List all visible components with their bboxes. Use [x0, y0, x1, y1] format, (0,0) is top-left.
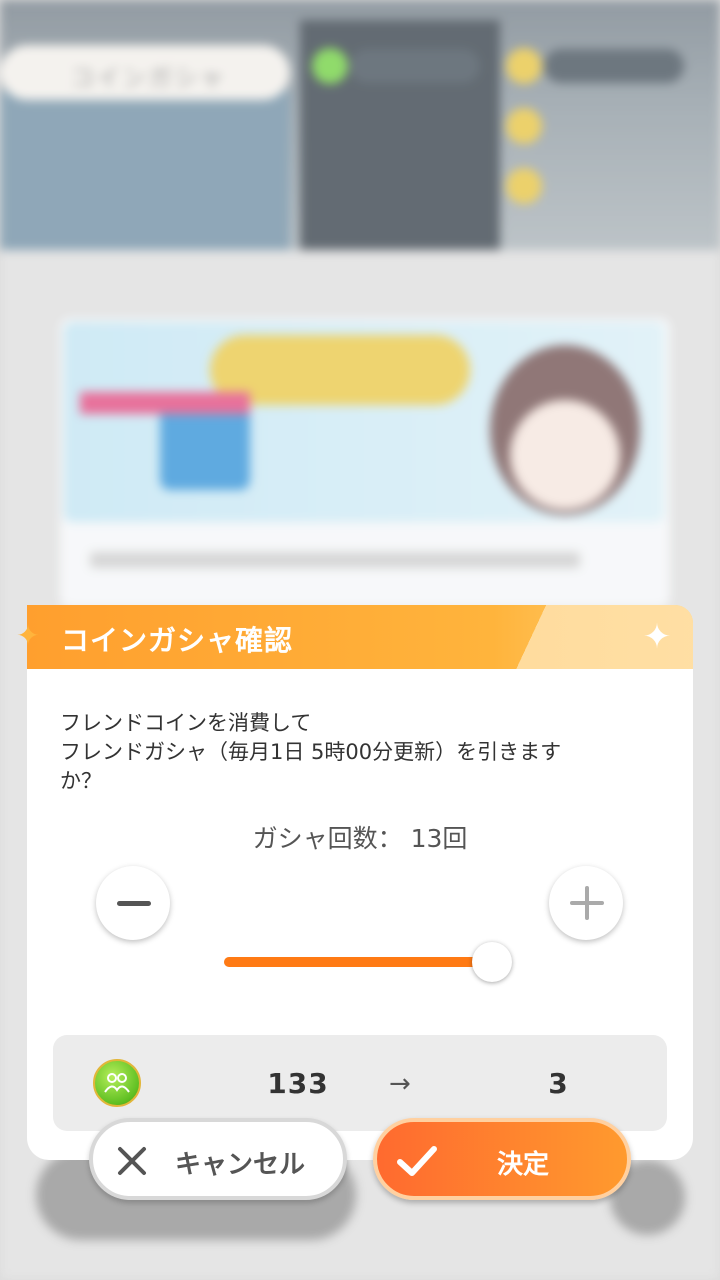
sparkle-icon: ✦: [16, 619, 40, 652]
sparkle-icon: ✦: [642, 617, 672, 657]
confirm-label: 決定: [497, 1150, 550, 1180]
slider-handle[interactable]: [472, 942, 512, 982]
coin-gacha-confirm-dialog: コインガシャ確認 ✦ ✦ フレンドコインを消費して フレンドガシャ（毎月1日 5…: [16, 605, 693, 1160]
increase-button[interactable]: [549, 866, 623, 940]
gacha-count-value: 13回: [410, 824, 468, 853]
gacha-count: ガシャ回数： 13回: [27, 819, 693, 855]
confirm-button[interactable]: 決定: [373, 1118, 631, 1200]
slider-fill: [224, 957, 494, 967]
dialog-title: コインガシャ確認: [61, 624, 294, 657]
count-slider[interactable]: [224, 942, 512, 982]
confirm-message: フレンドコインを消費して フレンドガシャ（毎月1日 5時00分更新）を引きます …: [60, 711, 562, 793]
coin-current: 133: [267, 1067, 329, 1100]
arrow-right-icon: →: [389, 1069, 411, 1099]
gacha-count-label: ガシャ回数：: [252, 824, 403, 853]
close-icon: [118, 1147, 146, 1175]
cancel-label: キャンセル: [175, 1150, 306, 1180]
dialog-header: コインガシャ確認 ✦: [27, 605, 693, 669]
coin-balance-panel: 133 → 3: [53, 1035, 667, 1131]
coin-after: 3: [548, 1067, 568, 1100]
check-icon: [397, 1146, 437, 1176]
decrease-button[interactable]: [96, 866, 170, 940]
friend-coin-icon: [93, 1059, 141, 1107]
dialog-body: フレンドコインを消費して フレンドガシャ（毎月1日 5時00分更新）を引きます …: [27, 669, 693, 1160]
cancel-button[interactable]: キャンセル: [89, 1118, 347, 1200]
minus-icon: [117, 901, 151, 906]
